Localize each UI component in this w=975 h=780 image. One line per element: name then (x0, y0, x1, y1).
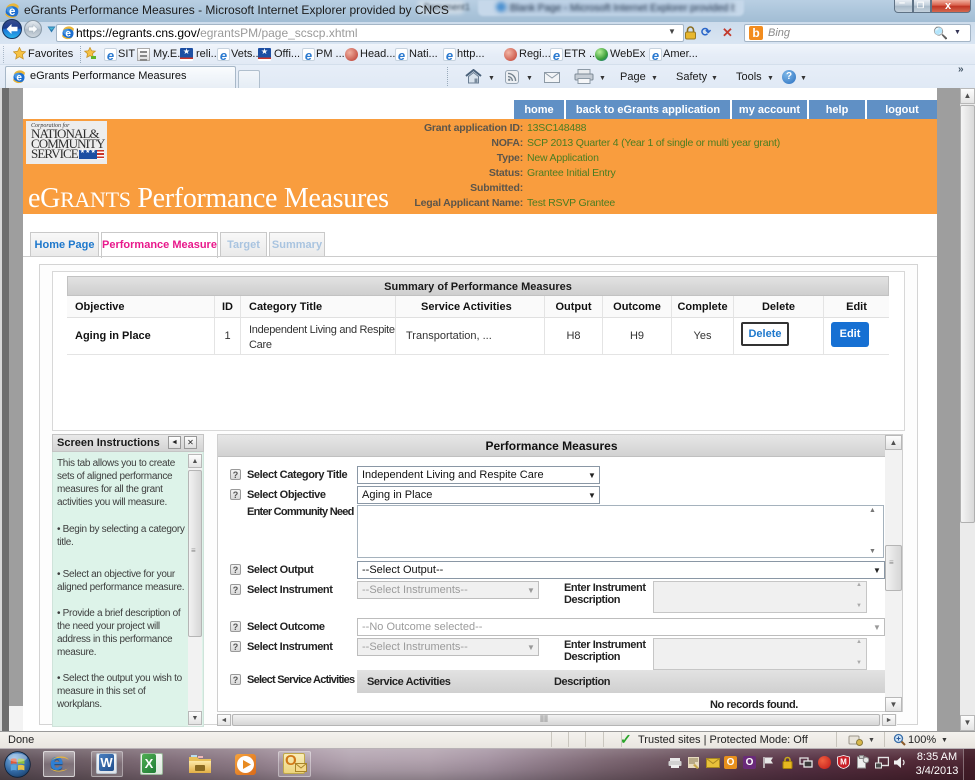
svg-text:M: M (840, 758, 847, 767)
